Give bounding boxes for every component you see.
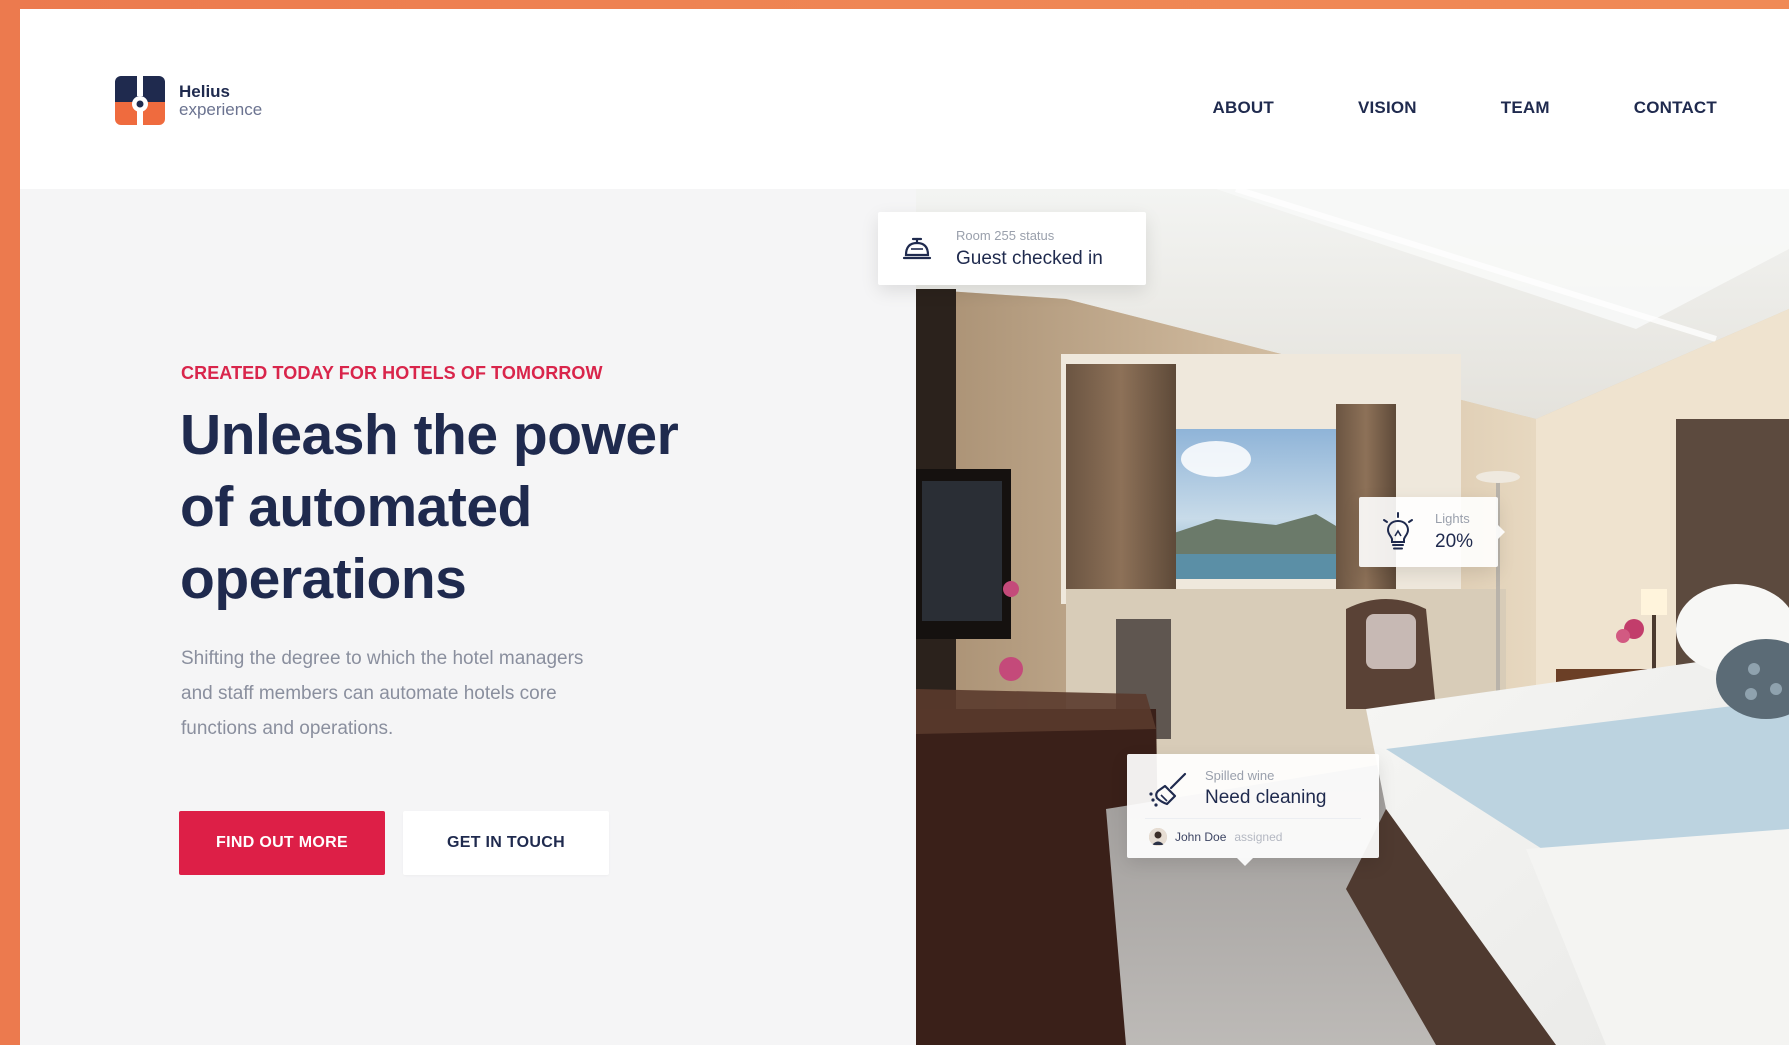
brand-name: Helius [179,81,231,101]
description-line: Shifting the degree to which the hotel m… [181,648,584,669]
nav-item-vision[interactable]: VISION [1358,98,1417,118]
page-frame: Helius experience ABOUT VISION TEAM CONT… [20,9,1789,1045]
card-divider [1145,818,1361,819]
headline-line: of automated [180,475,532,539]
assignee-name: John Doe [1175,830,1227,844]
get-in-touch-button[interactable]: GET IN TOUCH [403,811,609,875]
logo[interactable]: Helius experience [115,76,262,125]
cleaning-label: Spilled wine [1205,768,1275,783]
card-pointer [1237,858,1253,866]
nav-item-about[interactable]: ABOUT [1213,98,1274,118]
broom-icon [1149,772,1187,807]
find-out-more-button[interactable]: FIND OUT MORE [179,811,385,875]
lightbulb-icon [1383,512,1413,550]
lights-label: Lights [1435,511,1470,526]
card-pointer [1498,525,1505,539]
cleaning-value: Need cleaning [1205,787,1327,808]
room-status-card[interactable]: Room 255 status Guest checked in [878,212,1146,285]
assignee-status: assigned [1234,830,1283,844]
brand-subtitle: experience [179,99,263,119]
headline-line: operations [180,547,467,611]
hero-section: CREATED TODAY FOR HOTELS OF TOMORROW Unl… [20,189,916,1045]
hero-eyebrow: CREATED TODAY FOR HOTELS OF TOMORROW [181,363,603,383]
logo-text: Helius experience [179,81,263,119]
avatar [1149,828,1167,846]
lights-card[interactable]: Lights 20% [1359,497,1505,567]
room-status-value: Guest checked in [956,248,1103,269]
hotel-room-photo [916,189,1789,1045]
description-line: and staff members can automate hotels co… [181,683,557,704]
service-bell-icon [902,237,932,260]
hero-description: Shifting the degree to which the hotel m… [181,641,681,746]
lights-value: 20% [1435,531,1474,552]
main-nav: ABOUT VISION TEAM CONTACT [1129,98,1718,118]
nav-item-contact[interactable]: CONTACT [1634,98,1717,118]
assignee[interactable]: John Doe assigned [1149,828,1282,846]
cleaning-card[interactable]: Spilled wine Need cleaning John Doe assi… [1127,754,1379,866]
headline-line: Unleash the power [180,403,679,467]
room-status-label: Room 255 status [956,228,1055,243]
site-header: Helius experience ABOUT VISION TEAM CONT… [20,9,1789,189]
hotel-room-illustration [916,189,1789,1045]
hero-headline: Unleash the power of automated operation… [180,399,800,615]
nav-item-team[interactable]: TEAM [1501,98,1550,118]
helius-logo-icon [115,76,165,125]
description-line: functions and operations. [181,718,394,739]
